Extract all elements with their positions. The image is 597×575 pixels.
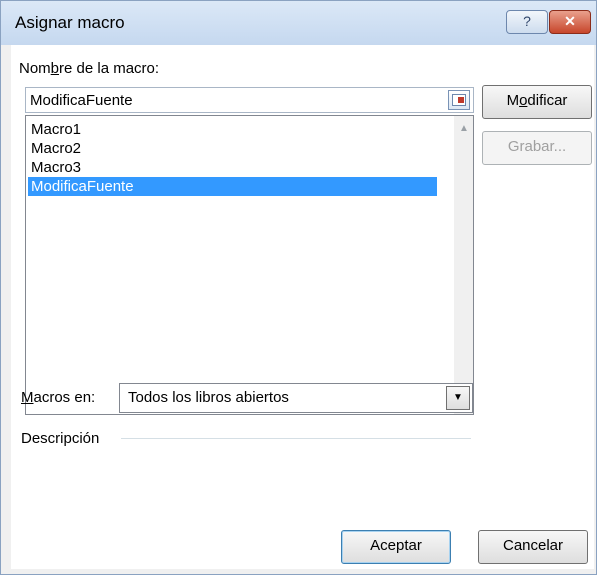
dialog-body: Nombre de la macro: Macro1 Macro2 Macro3… <box>11 45 594 569</box>
help-button[interactable]: ? <box>506 10 548 34</box>
assign-macro-dialog: Asignar macro ? ✕ Nombre de la macro: Ma… <box>0 0 597 575</box>
ok-button[interactable]: Aceptar <box>341 530 451 564</box>
description-separator <box>121 438 471 439</box>
question-icon: ? <box>523 13 531 29</box>
macro-name-input[interactable] <box>30 90 430 110</box>
collapse-dialog-icon[interactable] <box>448 90 470 110</box>
chevron-down-icon[interactable]: ▼ <box>446 386 470 410</box>
macro-name-field[interactable] <box>25 87 474 113</box>
macros-in-value: Todos los libros abiertos <box>128 389 289 406</box>
list-item-macro1[interactable]: Macro1 <box>28 120 437 139</box>
macro-list[interactable]: Macro1 Macro2 Macro3 ModificaFuente ▲ ▼ <box>25 115 474 415</box>
list-scrollbar[interactable]: ▲ ▼ <box>454 116 473 414</box>
list-item-modificafuente[interactable]: ModificaFuente <box>28 177 437 196</box>
title-bar: Asignar macro ? ✕ <box>1 1 596 45</box>
dialog-title: Asignar macro <box>15 13 125 32</box>
list-item-macro2[interactable]: Macro2 <box>28 139 437 158</box>
close-icon: ✕ <box>564 13 576 29</box>
macro-name-label: Nombre de la macro: <box>19 60 160 77</box>
macros-in-select[interactable]: Todos los libros abiertos ▼ <box>119 383 473 413</box>
description-label: Descripción <box>21 430 100 447</box>
list-item-macro3[interactable]: Macro3 <box>28 158 437 177</box>
cancel-button[interactable]: Cancelar <box>478 530 588 564</box>
close-button[interactable]: ✕ <box>549 10 591 34</box>
modify-button[interactable]: Modificar <box>482 85 592 119</box>
macros-in-label: Macros en: <box>21 389 96 406</box>
record-button[interactable]: Grabar... <box>482 131 592 165</box>
scroll-up-icon[interactable]: ▲ <box>459 124 469 134</box>
